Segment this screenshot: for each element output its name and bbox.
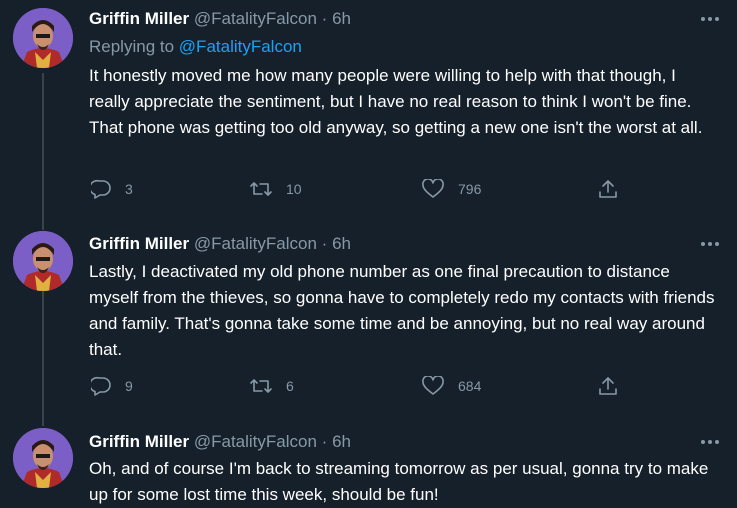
tweet[interactable]: Griffin Miller @FatalityFalcon · 6h Oh, … <box>0 422 737 507</box>
avatar-image <box>13 8 73 68</box>
user-handle[interactable]: @FatalityFalcon <box>194 432 317 451</box>
share-icon <box>599 377 617 395</box>
share-button[interactable] <box>597 375 619 397</box>
like-button[interactable]: 796 <box>422 178 481 200</box>
tweet-text: Lastly, I deactivated my old phone numbe… <box>89 262 715 359</box>
reply-icon <box>91 179 111 199</box>
avatar-image <box>13 428 73 488</box>
share-button[interactable] <box>597 178 619 200</box>
tweet-actions: 3 10 796 <box>89 178 629 200</box>
more-icon[interactable] <box>698 234 722 254</box>
avatar[interactable] <box>13 231 73 291</box>
retweet-count: 6 <box>286 378 294 394</box>
reply-button[interactable]: 9 <box>91 375 133 397</box>
timestamp[interactable]: 6h <box>332 432 351 451</box>
display-name[interactable]: Griffin Miller <box>89 432 189 451</box>
separator-dot: · <box>321 9 328 28</box>
more-icon[interactable] <box>698 432 722 452</box>
timestamp[interactable]: 6h <box>332 9 351 28</box>
tweet-header: Griffin Miller @FatalityFalcon · 6h <box>89 234 351 254</box>
tweet-text: Oh, and of course I'm back to streaming … <box>89 459 709 504</box>
tweet[interactable]: Griffin Miller @FatalityFalcon · 6h Repl… <box>0 0 737 224</box>
reply-icon <box>91 376 111 396</box>
tweet-header: Griffin Miller @FatalityFalcon · 6h <box>89 432 351 452</box>
avatar[interactable] <box>13 428 73 488</box>
separator-dot: · <box>321 432 328 451</box>
like-icon <box>422 376 444 395</box>
avatar-image <box>13 231 73 291</box>
retweet-button[interactable]: 6 <box>250 375 294 397</box>
like-count: 796 <box>458 181 482 197</box>
replying-to-mention[interactable]: @FatalityFalcon <box>179 37 302 56</box>
replying-to-label: Replying to <box>89 37 175 56</box>
timestamp[interactable]: 6h <box>332 234 351 253</box>
separator-dot: · <box>321 234 328 253</box>
user-handle[interactable]: @FatalityFalcon <box>194 234 317 253</box>
retweet-icon <box>250 379 272 393</box>
user-handle[interactable]: @FatalityFalcon <box>194 9 317 28</box>
retweet-button[interactable]: 10 <box>250 178 302 200</box>
more-icon[interactable] <box>698 9 722 29</box>
reply-button[interactable]: 3 <box>91 178 133 200</box>
like-button[interactable]: 684 <box>422 375 481 397</box>
tweet-text: It honestly moved me how many people wer… <box>89 66 703 137</box>
avatar[interactable] <box>13 8 73 68</box>
tweet-actions: 9 6 684 <box>89 375 629 397</box>
retweet-count: 10 <box>286 181 302 197</box>
like-count: 684 <box>458 378 482 394</box>
like-icon <box>422 179 444 198</box>
reply-count: 9 <box>125 378 133 394</box>
tweet-header: Griffin Miller @FatalityFalcon · 6h <box>89 9 351 29</box>
display-name[interactable]: Griffin Miller <box>89 234 189 253</box>
reply-count: 3 <box>125 181 133 197</box>
replying-to: Replying to @FatalityFalcon <box>89 37 302 57</box>
tweet[interactable]: Griffin Miller @FatalityFalcon · 6h Last… <box>0 224 737 422</box>
share-icon <box>599 180 617 198</box>
retweet-icon <box>250 182 272 196</box>
display-name[interactable]: Griffin Miller <box>89 9 189 28</box>
